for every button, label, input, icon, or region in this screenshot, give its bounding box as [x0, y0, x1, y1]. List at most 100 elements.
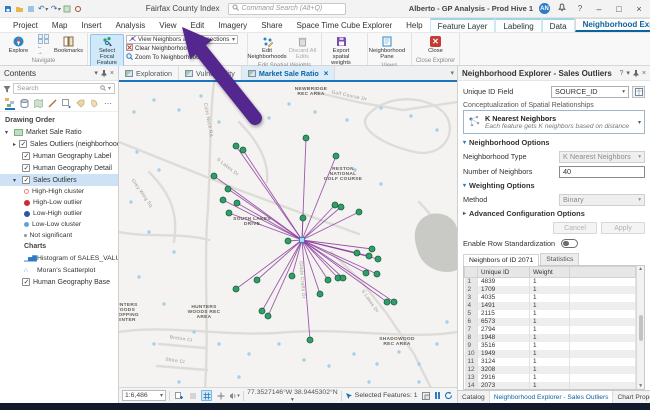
close-pane-icon[interactable]: × — [642, 70, 646, 77]
neighbor-point[interactable] — [259, 308, 265, 314]
layer-checkbox[interactable] — [22, 152, 30, 160]
pause-drawing-icon[interactable] — [435, 392, 441, 399]
add-bookmark-icon[interactable] — [173, 390, 184, 401]
explore-button[interactable]: Explore — [2, 34, 35, 56]
table-row[interactable]: 6 6573 1 — [465, 318, 636, 326]
list-by-editing-icon[interactable] — [47, 98, 57, 110]
layer-visibility-icon[interactable] — [187, 390, 198, 401]
neighbor-point[interactable] — [300, 215, 306, 221]
list-by-charts-icon[interactable] — [89, 98, 99, 110]
clear-neighborhood-button[interactable]: Clear Neighborhood — [126, 45, 238, 53]
close-tab-icon[interactable]: × — [324, 69, 329, 78]
pane-tab[interactable]: Chart Properties — [613, 391, 650, 403]
help-icon[interactable]: ? — [619, 70, 623, 77]
map-tool-icon[interactable] — [63, 5, 71, 13]
ribbon-tab[interactable]: Space Time Cube Explorer — [290, 18, 400, 32]
ribbon-tab[interactable]: Map — [45, 18, 75, 32]
command-search-input[interactable]: Command Search (Alt+Q) — [228, 3, 346, 15]
unique-id-field-select[interactable]: SOURCE_ID▾ — [551, 86, 629, 98]
layer-item[interactable]: Human Geography Label — [0, 150, 118, 162]
open-project-icon[interactable] — [15, 5, 24, 13]
ribbon-tab[interactable]: Feature Layer — [430, 18, 496, 32]
refresh-icon[interactable] — [443, 390, 454, 401]
pane-tab[interactable]: Catalog — [458, 391, 490, 403]
chevron-down-icon[interactable]: ▾ — [108, 85, 111, 92]
neighbor-point[interactable] — [211, 173, 217, 179]
neighbor-point[interactable] — [265, 313, 271, 319]
view-tab[interactable]: Vulnerability × — [179, 66, 242, 80]
view-neighbors-dropdown[interactable]: View Neighbors and Connections — [126, 35, 238, 44]
map-scale-select[interactable]: 1:6,486▾ — [122, 390, 166, 401]
neighbor-point[interactable] — [384, 299, 390, 305]
pane-tab[interactable]: Neighborhood Explorer - Sales Outliers — [490, 391, 614, 403]
neighbor-point[interactable] — [374, 271, 380, 277]
list-by-snapping-icon[interactable] — [61, 98, 71, 110]
select-focal-feature-button[interactable]: Select Focal Feature — [90, 34, 124, 68]
layer-item-base[interactable]: Human Geography Base — [0, 276, 118, 288]
table-row[interactable]: 4 1491 1 — [465, 302, 636, 310]
neighbor-point[interactable] — [366, 253, 372, 259]
neighbor-point[interactable] — [332, 202, 338, 208]
notifications-bell-icon[interactable] — [556, 3, 568, 14]
view-tab[interactable]: Exploration × — [119, 66, 179, 80]
neighborhood-pane-button[interactable]: Neighborhood Pane — [370, 34, 404, 62]
ribbon-tab[interactable]: Help — [399, 18, 429, 32]
table-row[interactable]: 10 1949 1 — [465, 350, 636, 358]
neighbor-point[interactable] — [225, 186, 231, 192]
table-row[interactable]: 9 3516 1 — [465, 342, 636, 350]
neighbor-point[interactable] — [254, 277, 260, 283]
forward-arrow-icon[interactable]: → — [37, 50, 43, 56]
field-table-icon[interactable] — [632, 86, 645, 98]
table-row[interactable]: 8 1948 1 — [465, 334, 636, 342]
undo-icon[interactable]: ↶ — [38, 4, 48, 13]
help-icon[interactable]: ? — [574, 4, 586, 13]
neighbor-point[interactable] — [303, 135, 309, 141]
neighbor-point[interactable] — [325, 277, 331, 283]
row-standardization-toggle[interactable] — [561, 239, 578, 248]
map-canvas[interactable]: NEWBRIDGEREC AREAGolf Course DrRESTONNAT… — [119, 82, 457, 387]
layer-item[interactable]: Sales Outliers (neighborhood) — [0, 138, 118, 150]
table-row[interactable]: 2 1709 1 — [465, 286, 636, 294]
neighbor-point[interactable] — [356, 209, 362, 215]
locate-tool-icon[interactable] — [74, 5, 82, 13]
close-pane-icon[interactable]: × — [110, 70, 114, 77]
cancel-button[interactable]: Cancel — [553, 222, 597, 234]
pin-icon[interactable] — [633, 70, 639, 77]
apply-button[interactable]: Apply — [601, 222, 645, 234]
scroll-down-icon[interactable]: ▼ — [638, 383, 643, 389]
list-by-labeling-icon[interactable] — [75, 98, 85, 110]
neighbor-point[interactable] — [391, 299, 397, 305]
scroll-up-icon[interactable]: ▲ — [638, 266, 643, 272]
neighbor-point[interactable] — [363, 270, 369, 276]
layer-map-root[interactable]: Market Sale Ratio — [0, 126, 118, 138]
grid-toggle-icon[interactable] — [201, 390, 212, 401]
table-row[interactable]: 1 4839 1 — [465, 278, 636, 287]
layer-checkbox[interactable] — [22, 278, 30, 286]
neighbor-point[interactable] — [354, 250, 360, 256]
user-avatar[interactable]: AN — [539, 3, 550, 14]
overview-window-icon[interactable] — [421, 390, 432, 401]
ribbon-tab[interactable]: Share — [254, 18, 289, 32]
new-project-icon[interactable] — [27, 5, 35, 13]
list-by-selection-icon[interactable] — [33, 98, 43, 110]
map-coordinates[interactable]: 77.3527146°W 38.9445302°N ▾ — [247, 389, 338, 403]
neighborhood-options-section[interactable]: ▾Neighborhood Options — [463, 136, 645, 149]
selected-features-indicator[interactable]: Selected Features: 1 — [345, 392, 418, 400]
neighbor-point[interactable] — [226, 210, 232, 216]
neighbor-point[interactable] — [240, 147, 246, 153]
neighbor-point[interactable] — [285, 238, 291, 244]
neighbor-point[interactable] — [233, 143, 239, 149]
neighbor-point[interactable] — [317, 291, 323, 297]
save-icon[interactable] — [4, 5, 12, 13]
list-by-data-source-icon[interactable] — [19, 98, 29, 110]
number-of-neighbors-input[interactable]: 40 — [559, 166, 645, 178]
redo-icon[interactable]: ↷ — [51, 4, 61, 13]
edit-neighborhoods-button[interactable]: Edit Neighborhoods — [250, 34, 284, 62]
filter-icon[interactable] — [3, 80, 11, 98]
bookmarks-button[interactable]: Bookmarks — [52, 34, 85, 56]
discard-all-edits-button[interactable]: Discard All Edits — [286, 34, 319, 62]
advanced-options-section[interactable]: ▸Advanced Configuration Options — [463, 207, 645, 220]
results-tab[interactable]: Statistics — [540, 253, 579, 265]
chart-item[interactable]: ▁▅▇ Histogram of SALES_VALUE — [0, 252, 118, 264]
table-row[interactable]: 7 2794 1 — [465, 326, 636, 334]
